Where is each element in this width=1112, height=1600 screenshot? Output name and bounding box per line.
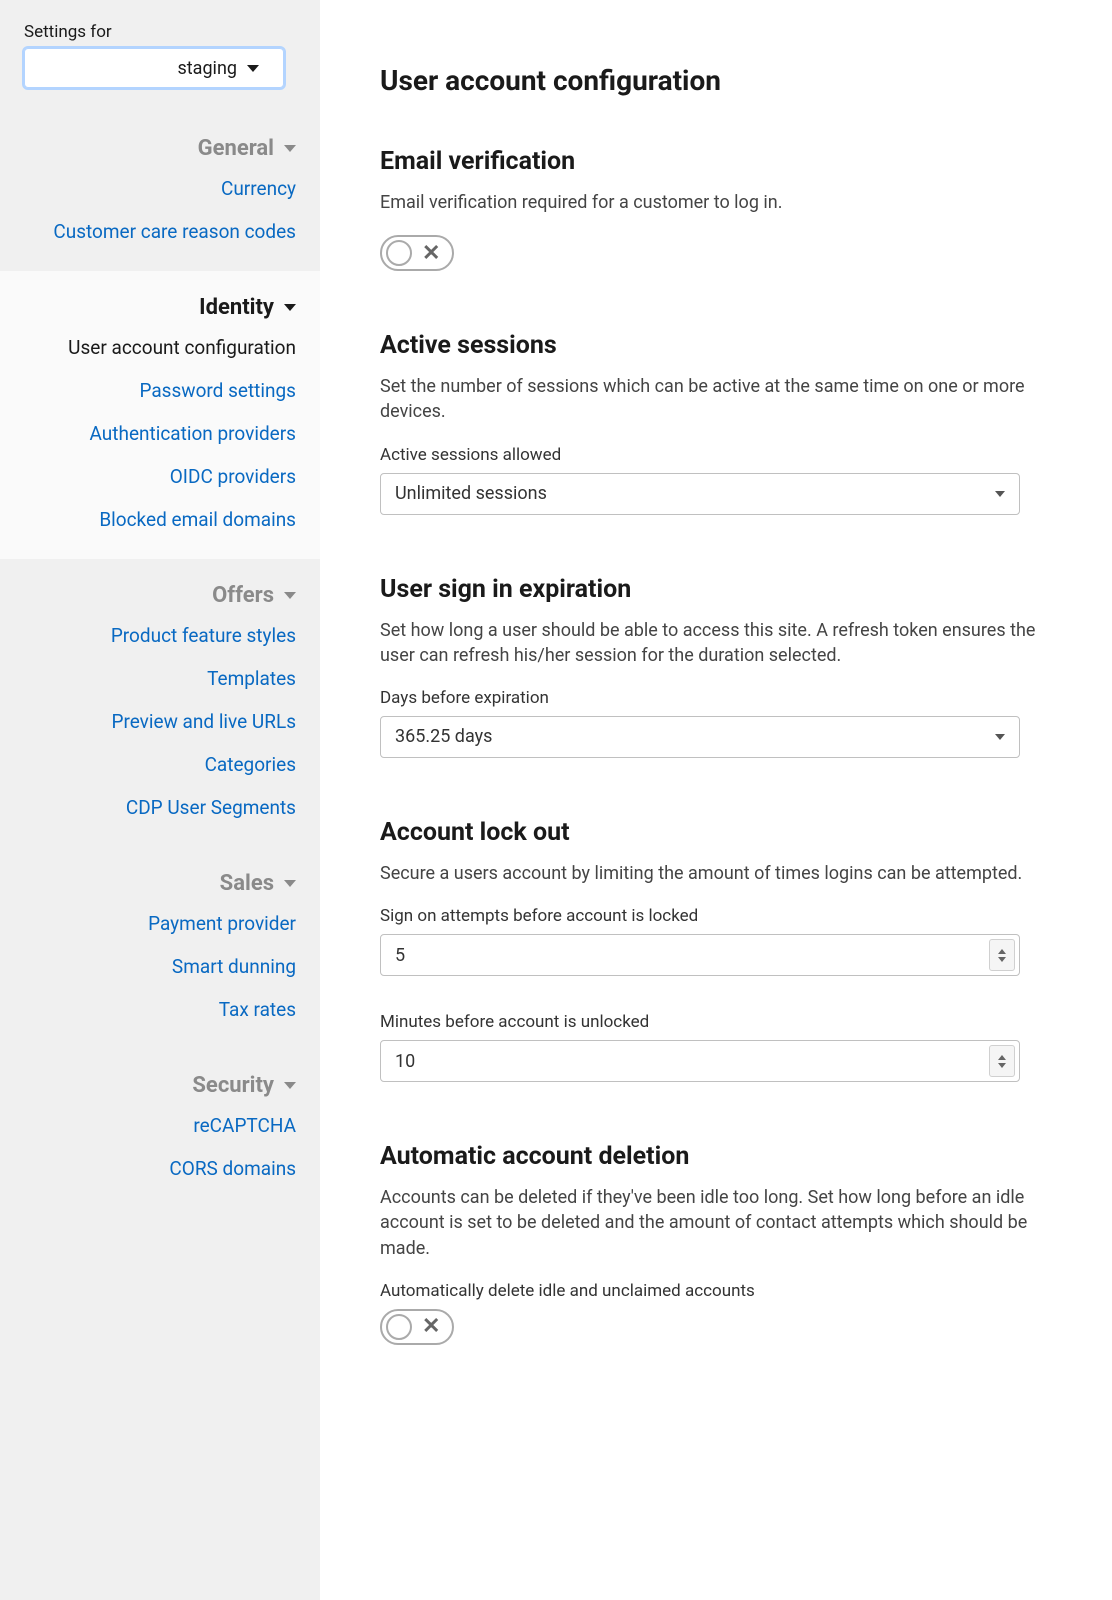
- nav-item[interactable]: Customer care reason codes: [0, 210, 320, 253]
- nav-item[interactable]: CORS domains: [0, 1147, 320, 1190]
- active-sessions-field: Active sessions allowed Unlimited sessio…: [380, 445, 1052, 515]
- nav-item[interactable]: Payment provider: [0, 902, 320, 945]
- environment-select[interactable]: staging: [24, 48, 284, 88]
- nav-section-general: General CurrencyCustomer care reason code…: [0, 112, 320, 271]
- expiration-select[interactable]: 365.25 days: [380, 716, 1020, 758]
- section-description: Accounts can be deleted if they've been …: [380, 1185, 1052, 1261]
- nav-item[interactable]: Authentication providers: [0, 412, 320, 455]
- environment-value: staging: [177, 58, 237, 79]
- nav-item[interactable]: Tax rates: [0, 988, 320, 1031]
- nav-header-label: Identity: [199, 295, 274, 320]
- nav-item[interactable]: Categories: [0, 743, 320, 786]
- expiration-field: Days before expiration 365.25 days: [380, 688, 1052, 758]
- input-value: 10: [395, 1051, 415, 1072]
- nav-item[interactable]: Templates: [0, 657, 320, 700]
- section-description: Set how long a user should be able to ac…: [380, 618, 1052, 668]
- caret-down-icon: [247, 65, 259, 72]
- section-description: Email verification required for a custom…: [380, 190, 1052, 215]
- nav-header-sales[interactable]: Sales: [0, 865, 320, 902]
- auto-deletion-section: Automatic account deletion Accounts can …: [380, 1142, 1052, 1345]
- section-heading: Automatic account deletion: [380, 1142, 1052, 1171]
- nav-item[interactable]: Password settings: [0, 369, 320, 412]
- x-icon: ✕: [422, 1314, 440, 1339]
- caret-down-icon: [284, 1082, 296, 1089]
- select-value: Unlimited sessions: [395, 483, 547, 504]
- nav-item[interactable]: CDP User Segments: [0, 786, 320, 829]
- main-content: User account configuration Email verific…: [320, 0, 1112, 1600]
- select-value: 365.25 days: [395, 726, 492, 747]
- field-label: Days before expiration: [380, 688, 1052, 708]
- section-heading: Account lock out: [380, 818, 1052, 847]
- section-description: Set the number of sessions which can be …: [380, 374, 1052, 424]
- email-verification-toggle[interactable]: ✕: [380, 235, 454, 271]
- nav-item[interactable]: Product feature styles: [0, 614, 320, 657]
- sidebar-header: Settings for staging: [0, 22, 320, 112]
- nav-item[interactable]: Smart dunning: [0, 945, 320, 988]
- attempts-field: Sign on attempts before account is locke…: [380, 906, 1052, 976]
- nav-item[interactable]: Blocked email domains: [0, 498, 320, 541]
- nav-header-identity[interactable]: Identity: [0, 289, 320, 326]
- auto-deletion-field: Automatically delete idle and unclaimed …: [380, 1281, 1052, 1345]
- caret-down-icon: [284, 592, 296, 599]
- input-value: 5: [395, 945, 405, 966]
- number-stepper[interactable]: [989, 939, 1015, 971]
- auto-deletion-toggle[interactable]: ✕: [380, 1309, 454, 1345]
- toggle-knob: [386, 240, 412, 266]
- toggle-knob: [386, 1314, 412, 1340]
- caret-down-icon: [284, 880, 296, 887]
- caret-down-icon: [995, 491, 1005, 497]
- section-heading: Active sessions: [380, 331, 1052, 360]
- page-title: User account configuration: [380, 64, 1052, 97]
- settings-nav: General CurrencyCustomer care reason code…: [0, 112, 320, 1208]
- active-sessions-section: Active sessions Set the number of sessio…: [380, 331, 1052, 514]
- sidebar: Settings for staging General CurrencyCust…: [0, 0, 320, 1600]
- settings-for-label: Settings for: [24, 22, 296, 42]
- field-label: Active sessions allowed: [380, 445, 1052, 465]
- nav-section-identity: Identity User account configurationPasswo…: [0, 271, 320, 559]
- field-label: Automatically delete idle and unclaimed …: [380, 1281, 1052, 1301]
- nav-item[interactable]: Currency: [0, 167, 320, 210]
- x-icon: ✕: [422, 241, 440, 266]
- account-lockout-section: Account lock out Secure a users account …: [380, 818, 1052, 1082]
- section-heading: User sign in expiration: [380, 575, 1052, 604]
- field-label: Sign on attempts before account is locke…: [380, 906, 1052, 926]
- email-verification-section: Email verification Email verification re…: [380, 147, 1052, 271]
- caret-down-icon: [284, 304, 296, 311]
- nav-item[interactable]: Preview and live URLs: [0, 700, 320, 743]
- nav-header-label: Security: [192, 1073, 274, 1098]
- sign-in-expiration-section: User sign in expiration Set how long a u…: [380, 575, 1052, 758]
- nav-header-label: General: [198, 136, 274, 161]
- field-label: Minutes before account is unlocked: [380, 1012, 1052, 1032]
- nav-section-security: Security reCAPTCHACORS domains: [0, 1049, 320, 1208]
- caret-down-icon: [995, 734, 1005, 740]
- number-stepper[interactable]: [989, 1045, 1015, 1077]
- minutes-field: Minutes before account is unlocked 10: [380, 1012, 1052, 1082]
- nav-header-label: Offers: [212, 583, 274, 608]
- nav-item[interactable]: User account configuration: [0, 326, 320, 369]
- nav-header-security[interactable]: Security: [0, 1067, 320, 1104]
- nav-item[interactable]: OIDC providers: [0, 455, 320, 498]
- nav-header-label: Sales: [220, 871, 274, 896]
- section-description: Secure a users account by limiting the a…: [380, 861, 1052, 886]
- nav-item[interactable]: reCAPTCHA: [0, 1104, 320, 1147]
- nav-section-sales: Sales Payment providerSmart dunningTax ra…: [0, 847, 320, 1049]
- caret-down-icon: [284, 145, 296, 152]
- minutes-input[interactable]: 10: [380, 1040, 1020, 1082]
- nav-header-offers[interactable]: Offers: [0, 577, 320, 614]
- nav-section-offers: Offers Product feature stylesTemplatesPre…: [0, 559, 320, 847]
- section-heading: Email verification: [380, 147, 1052, 176]
- nav-header-general[interactable]: General: [0, 130, 320, 167]
- attempts-input[interactable]: 5: [380, 934, 1020, 976]
- active-sessions-select[interactable]: Unlimited sessions: [380, 473, 1020, 515]
